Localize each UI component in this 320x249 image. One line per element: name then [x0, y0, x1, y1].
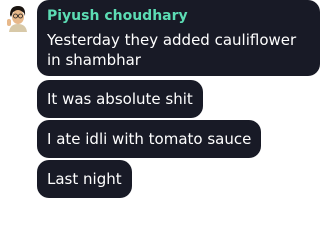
message-bubble[interactable]: Last night — [37, 160, 132, 198]
message-text: Yesterday they added cauliflower in sham… — [47, 31, 297, 69]
message-bubble[interactable]: It was absolute shit — [37, 80, 203, 118]
sender-name[interactable]: Piyush choudhary — [47, 6, 310, 26]
message-text: I ate idli with tomato sauce — [47, 130, 252, 148]
message-text: Last night — [47, 170, 122, 188]
message-text: It was absolute shit — [47, 90, 193, 108]
message-bubble[interactable]: I ate idli with tomato sauce — [37, 120, 262, 158]
avatar-icon — [2, 2, 32, 32]
avatar[interactable] — [2, 2, 32, 32]
message-bubble[interactable]: Piyush choudhary Yesterday they added ca… — [37, 0, 320, 76]
